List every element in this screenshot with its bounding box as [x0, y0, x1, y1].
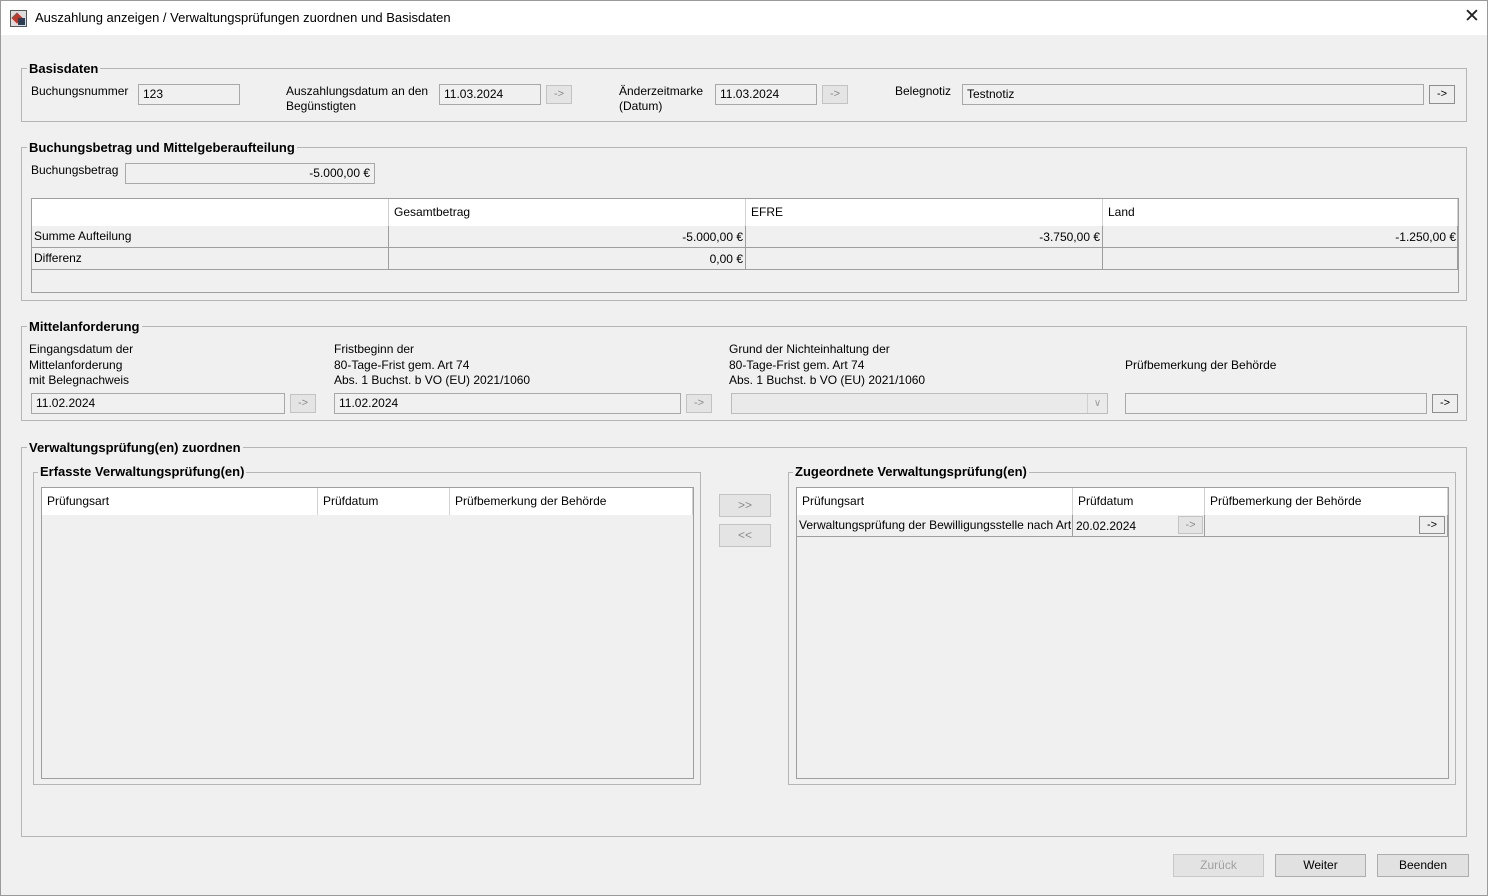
app-icon [10, 10, 27, 27]
aufteilung-header-label [32, 199, 389, 226]
aenderzeitmarke-arrow-button[interactable]: -> [822, 85, 848, 104]
aenderzeitmarke-label-line1: Änderzeitmarke [619, 84, 704, 98]
aufteilung-header-land[interactable]: Land [1103, 199, 1458, 226]
erfasste-table[interactable]: Prüfungsart Prüfdatum Prüfbemerkung der … [41, 487, 694, 779]
pruefbemerkung-arrow-button[interactable]: -> [1432, 394, 1458, 413]
weiter-button[interactable]: Weiter [1275, 854, 1366, 877]
erfasste-header-pruefbemerkung[interactable]: Prüfbemerkung der Behörde [450, 488, 693, 515]
belegnotiz-label: Belegnotiz [895, 84, 952, 98]
auszahlungsdatum-label-line2: Begünstigten [286, 99, 357, 113]
fristbeginn-arrow-button[interactable]: -> [686, 394, 712, 413]
zugeordnete-legend: Zugeordnete Verwaltungsprüfung(en) [793, 464, 1029, 479]
zugeordnete-header-pruefdatum[interactable]: Prüfdatum [1073, 488, 1205, 515]
move-left-button[interactable]: << [719, 524, 771, 547]
buchungsbetrag-field[interactable]: -5.000,00 € [125, 163, 375, 184]
pruefbemerkung-label: Prüfbemerkung der Behörde [1125, 358, 1277, 372]
buchungsnummer-label: Buchungsnummer [31, 84, 129, 98]
auszahlungsdatum-label-line1: Auszahlungsdatum an den [286, 84, 429, 98]
zugeordnete-row-pruefungsart: Verwaltungsprüfung der Bewilligungsstell… [799, 518, 1071, 532]
erfasste-legend: Erfasste Verwaltungsprüfung(en) [38, 464, 247, 479]
zurueck-button[interactable]: Zurück [1173, 854, 1264, 877]
auszahlungsdatum-field[interactable]: 11.03.2024 [439, 84, 541, 105]
grund-select[interactable]: ∨ [731, 393, 1108, 414]
aenderzeitmarke-field[interactable]: 11.03.2024 [715, 84, 817, 105]
belegnotiz-field[interactable]: Testnotiz [962, 84, 1424, 105]
differenz-gesamt: 0,00 € [709, 252, 743, 266]
aufteilung-header-efre[interactable]: EFRE [746, 199, 1103, 226]
mittelanforderung-legend: Mittelanforderung [27, 319, 142, 334]
eingangsdatum-arrow-button[interactable]: -> [290, 394, 316, 413]
table-cell [1103, 248, 1458, 270]
window-title: Auszahlung anzeigen / Verwaltungsprüfung… [35, 10, 451, 25]
buchungsbetrag-label: Buchungsbetrag [31, 163, 119, 177]
aufteilung-header-gesamtbetrag[interactable]: Gesamtbetrag [389, 199, 746, 226]
basisdaten-legend: Basisdaten [27, 61, 101, 76]
buchungsnummer-field[interactable]: 123 [138, 84, 240, 105]
fristbeginn-field[interactable]: 11.02.2024 [334, 393, 681, 414]
zugeordnete-row-bemerkung-arrow-button[interactable]: -> [1419, 516, 1445, 534]
auszahlungsdatum-arrow-button[interactable]: -> [546, 85, 572, 104]
summe-aufteilung-land: -1.250,00 € [1395, 230, 1456, 244]
table-cell [1205, 515, 1448, 537]
fristbeginn-label-line1: Fristbeginn der [334, 342, 415, 356]
move-right-button[interactable]: >> [719, 494, 771, 517]
fristbeginn-label-line2: 80-Tage-Frist gem. Art 74 [334, 358, 470, 372]
eingangsdatum-label-line1: Eingangsdatum der [29, 342, 134, 356]
zugeordnete-table[interactable]: Prüfungsart Prüfdatum Prüfbemerkung der … [796, 487, 1449, 779]
aenderzeitmarke-label-line2: (Datum) [619, 99, 663, 113]
differenz-label: Differenz [34, 251, 82, 265]
fristbeginn-label-line3: Abs. 1 Buchst. b VO (EU) 2021/1060 [334, 373, 531, 387]
zugeordnete-row-datum-arrow-button[interactable]: -> [1178, 516, 1203, 534]
erfasste-header-pruefungsart[interactable]: Prüfungsart [42, 488, 318, 515]
summe-aufteilung-efre: -3.750,00 € [1039, 230, 1100, 244]
buchungsbetrag-legend: Buchungsbetrag und Mittelgeberaufteilung [27, 140, 297, 155]
zugeordnete-row-pruefdatum: 20.02.2024 [1076, 519, 1137, 533]
grund-label-line1: Grund der Nichteinhaltung der [729, 342, 890, 356]
summe-aufteilung-label: Summe Aufteilung [34, 229, 132, 243]
beenden-button[interactable]: Beenden [1377, 854, 1469, 877]
belegnotiz-arrow-button[interactable]: -> [1429, 85, 1455, 104]
title-bar: Auszahlung anzeigen / Verwaltungsprüfung… [1, 1, 1487, 35]
zuordnen-legend: Verwaltungsprüfung(en) zuordnen [27, 440, 243, 455]
aufteilung-table: Gesamtbetrag EFRE Land Summe Aufteilung … [31, 198, 1459, 293]
chevron-down-icon[interactable]: ∨ [1087, 394, 1107, 413]
zugeordnete-header-pruefungsart[interactable]: Prüfungsart [797, 488, 1073, 515]
table-cell [746, 248, 1103, 270]
close-icon[interactable]: ✕ [1461, 5, 1483, 29]
dialog-window: Auszahlung anzeigen / Verwaltungsprüfung… [0, 0, 1488, 896]
grund-label-line3: Abs. 1 Buchst. b VO (EU) 2021/1060 [729, 373, 926, 387]
grund-label-line2: 80-Tage-Frist gem. Art 74 [729, 358, 865, 372]
eingangsdatum-label-line3: mit Belegnachweis [29, 373, 130, 387]
eingangsdatum-field[interactable]: 11.02.2024 [31, 393, 285, 414]
summe-aufteilung-gesamt: -5.000,00 € [682, 230, 743, 244]
eingangsdatum-label-line2: Mittelanforderung [29, 358, 123, 372]
pruefbemerkung-field[interactable] [1125, 393, 1427, 414]
erfasste-header-pruefdatum[interactable]: Prüfdatum [318, 488, 450, 515]
zugeordnete-header-pruefbemerkung[interactable]: Prüfbemerkung der Behörde [1205, 488, 1448, 515]
